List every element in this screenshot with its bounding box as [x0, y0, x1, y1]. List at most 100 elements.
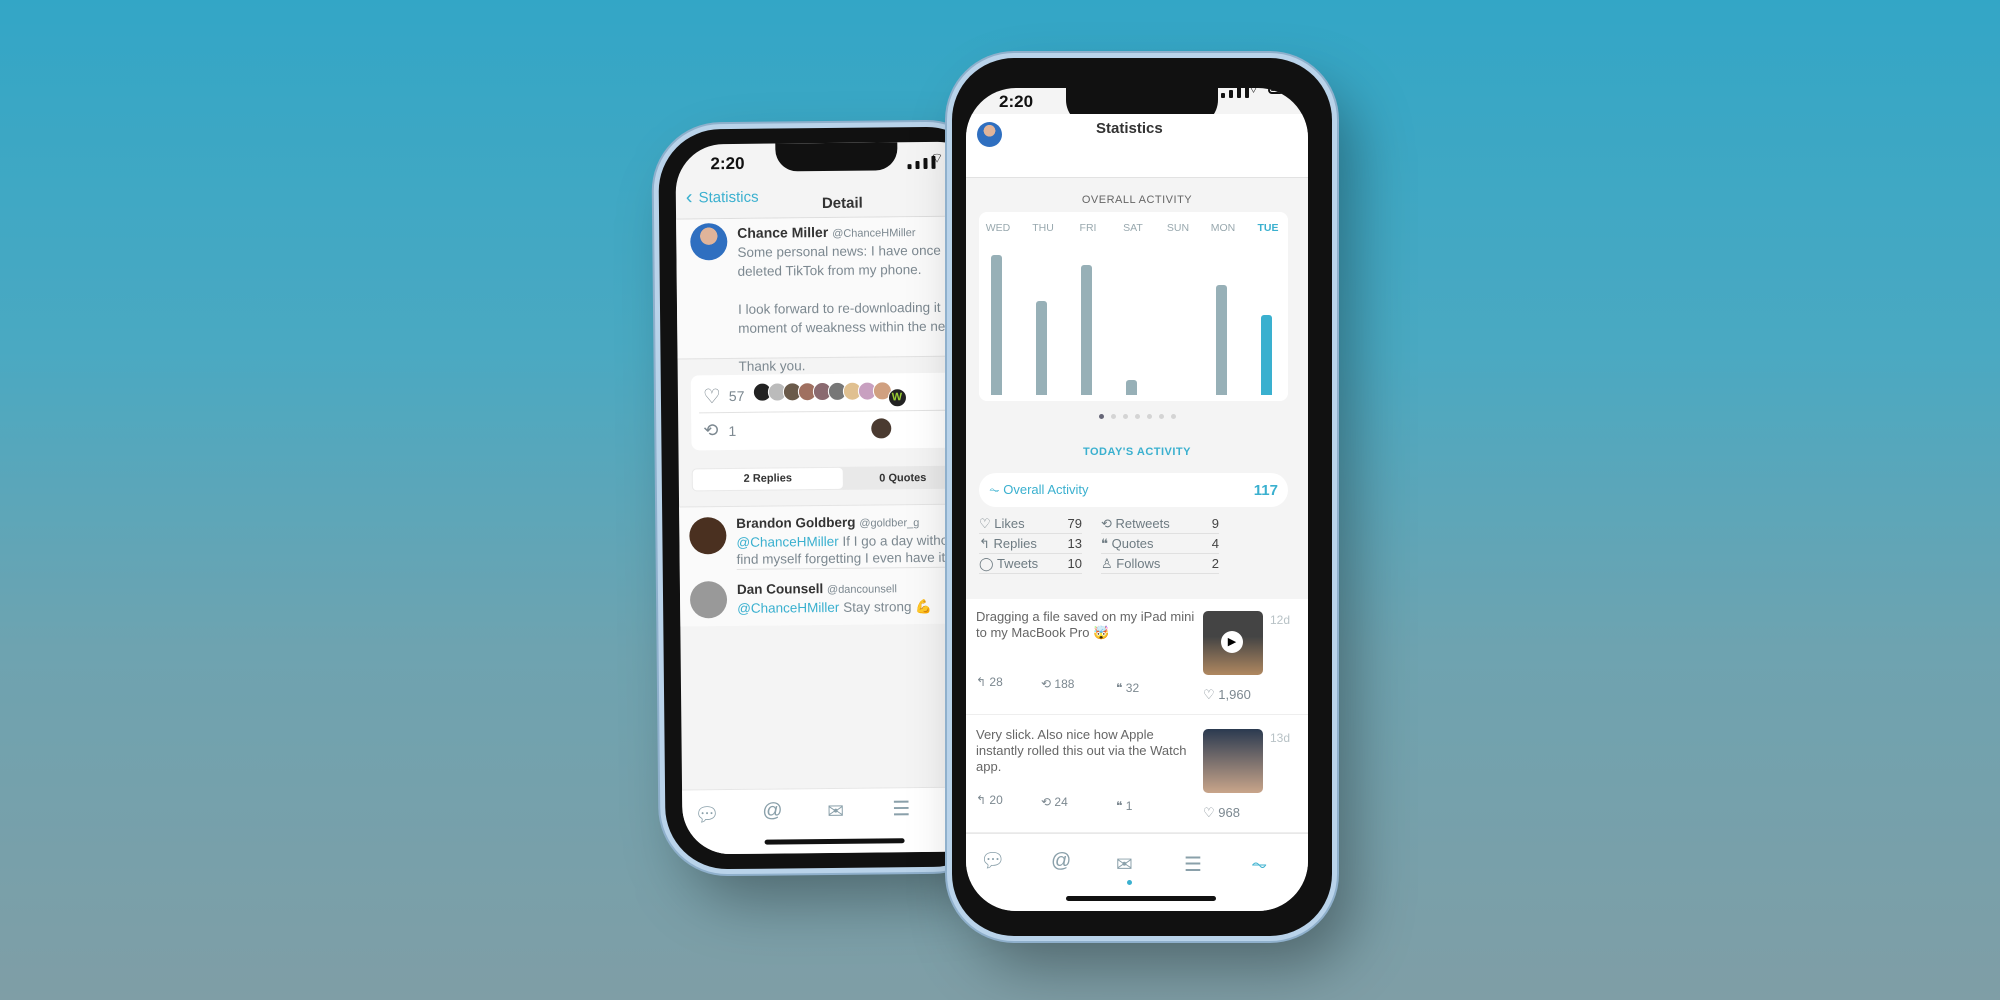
heart-icon: ♡	[979, 515, 991, 531]
reply-count: ↰ 28	[976, 675, 1003, 689]
bar-sat[interactable]	[1126, 380, 1137, 395]
left-phone: 2:20 ⌔ ‹ Statistics Detail Chance Miller…	[658, 126, 996, 870]
reply-count: ↰ 20	[976, 793, 1003, 807]
at-icon[interactable]: @	[762, 799, 783, 822]
header: Statistics	[966, 114, 1308, 178]
like-count: ♡ 1,960	[1203, 687, 1251, 702]
tweet-age: 12d	[1270, 613, 1291, 627]
unread-dot	[1127, 880, 1132, 885]
quote-icon: ❝	[1101, 535, 1108, 551]
page-title: Statistics	[1096, 120, 1163, 137]
stat-quotes: ❝ Quotes 4	[1101, 534, 1219, 554]
tab-bar: 💬︎ @ ✉ ☰ ⏦	[966, 833, 1308, 911]
tweet-video-thumbnail[interactable]: ▶	[1203, 611, 1263, 675]
overall-activity-value: 117	[1253, 481, 1278, 499]
tweet-text: Very slick. Also nice how Apple instantl…	[976, 727, 1187, 774]
signal-icon	[1221, 88, 1249, 98]
stat-likes: ♡ Likes 79	[979, 514, 1082, 534]
author-handle: @ChanceHMiller	[832, 227, 916, 240]
chat-bubble-icon[interactable]: 💬︎	[694, 802, 720, 827]
bar-wed[interactable]	[991, 255, 1002, 395]
page-dot[interactable]	[1170, 414, 1176, 419]
quote-count: ❝ 1	[1116, 799, 1133, 813]
tick-label-wed: WED	[985, 222, 1011, 234]
page-dot[interactable]	[1158, 414, 1164, 419]
tick-label-tue: TUE	[1257, 222, 1279, 234]
tweet-item[interactable]: Dragging a file saved on my iPad mini to…	[966, 599, 1308, 715]
inbox-icon[interactable]: ✉	[1116, 852, 1133, 877]
avatar[interactable]	[689, 581, 728, 619]
retweets-row[interactable]: ⟲ 1	[703, 420, 736, 441]
at-icon[interactable]: @	[1051, 850, 1071, 873]
replies-list: Brandon Goldberg @goldber_g @ChanceHMill…	[679, 503, 991, 627]
likes-row[interactable]: ♡ 57 W	[703, 381, 907, 409]
activity-icon: ⏦	[989, 482, 1000, 497]
reply-item[interactable]: Dan Counsell @dancounsell @ChanceHMiller…	[680, 568, 991, 627]
wifi-icon: ⌔	[1246, 88, 1262, 97]
wifi-icon: ⌔	[930, 149, 944, 166]
page-dot[interactable]	[1146, 414, 1152, 419]
tweet-text: Dragging a file saved on my iPad mini to…	[976, 609, 1195, 640]
stat-follows: ♙ Follows 2	[1101, 554, 1219, 574]
status-time: 2:20	[999, 92, 1034, 111]
retweet-count: ⟲ 24	[1041, 795, 1068, 809]
stat-replies: ↰ Replies 13	[979, 534, 1082, 554]
back-label: Statistics	[698, 188, 759, 207]
right-phone: 2:20 ⌔ Statistics OVERALL ACTIVITY WED TH…	[952, 58, 1332, 936]
quote-count: ❝ 32	[1116, 681, 1140, 695]
reply-item[interactable]: Brandon Goldberg @goldber_g @ChanceHMill…	[679, 504, 990, 567]
tweet-detail: Chance Miller @ChanceHMiller Some person…	[676, 216, 988, 374]
activity-chart: WED THU FRI SAT SUN MON TUE	[979, 212, 1288, 401]
page-dot[interactable]	[1122, 414, 1128, 419]
liker-avatars[interactable]: W	[752, 381, 907, 409]
inbox-icon[interactable]: ✉	[827, 799, 844, 824]
retweet-count: ⟲ 188	[1041, 677, 1075, 691]
avatar[interactable]	[689, 517, 727, 555]
tweet-item[interactable]: Very slick. Also nice how Apple instantl…	[966, 717, 1308, 833]
chat-bubble-icon[interactable]: 💬︎	[980, 848, 1005, 873]
tick-label-fri: FRI	[1079, 222, 1097, 234]
avatar[interactable]	[690, 223, 728, 261]
tab-quotes[interactable]: 0 Quotes	[843, 471, 963, 484]
overall-activity-pill[interactable]: ⏦ Overall Activity 117	[979, 473, 1288, 507]
like-count: ♡ 968	[1203, 805, 1240, 820]
segmented-control: 2 Replies 0 Quotes	[691, 465, 992, 492]
likes-count: 57	[728, 387, 745, 405]
todays-activity-heading: TODAY'S ACTIVITY	[1082, 446, 1191, 458]
retweet-icon: ⟲	[1101, 515, 1112, 531]
tick-label-mon: MON	[1210, 222, 1236, 234]
page-title: Detail	[821, 194, 863, 213]
tick-label-thu: THU	[1032, 222, 1054, 234]
stat-tweets: ◯ Tweets 10	[979, 554, 1082, 574]
tick-label-sun: SUN	[1166, 222, 1190, 234]
back-button[interactable]: ‹ Statistics	[686, 186, 759, 210]
retweet-icon: ⟲	[703, 420, 719, 441]
statistics-screen: 2:20 ⌔ Statistics OVERALL ACTIVITY WED TH…	[966, 88, 1308, 911]
page-dots[interactable]	[966, 414, 1308, 419]
overall-activity-heading: OVERALL ACTIVITY	[1081, 194, 1193, 206]
author-name: Chance Miller	[737, 223, 829, 241]
tab-bar: 💬︎ @ ✉ ☰	[682, 786, 993, 855]
list-icon[interactable]: ☰	[892, 796, 910, 821]
status-time: 2:20	[710, 153, 745, 174]
list-icon[interactable]: ☰	[1184, 852, 1202, 877]
notch	[775, 142, 898, 172]
bar-mon[interactable]	[1216, 285, 1227, 395]
bar-fri[interactable]	[1081, 265, 1092, 395]
tweet-image-thumbnail[interactable]	[1203, 729, 1263, 793]
page-dot[interactable]	[1134, 414, 1140, 419]
bar-thu[interactable]	[1036, 301, 1047, 395]
chevron-left-icon: ‹	[685, 186, 693, 209]
page-dot[interactable]	[1098, 414, 1104, 419]
activity-icon[interactable]: ⏦	[1251, 854, 1267, 877]
page-dot[interactable]	[1110, 414, 1116, 419]
profile-avatar[interactable]	[977, 122, 1002, 147]
home-indicator	[1066, 896, 1216, 901]
reply-icon: ↰	[979, 535, 990, 551]
tab-replies[interactable]: 2 Replies	[692, 467, 843, 491]
person-icon: ♙	[1101, 555, 1113, 571]
chat-bubble-icon: ◯	[979, 555, 994, 571]
play-icon: ▶	[1221, 631, 1243, 653]
bar-tue[interactable]	[1261, 315, 1272, 395]
retweeter-avatar[interactable]	[871, 418, 892, 439]
